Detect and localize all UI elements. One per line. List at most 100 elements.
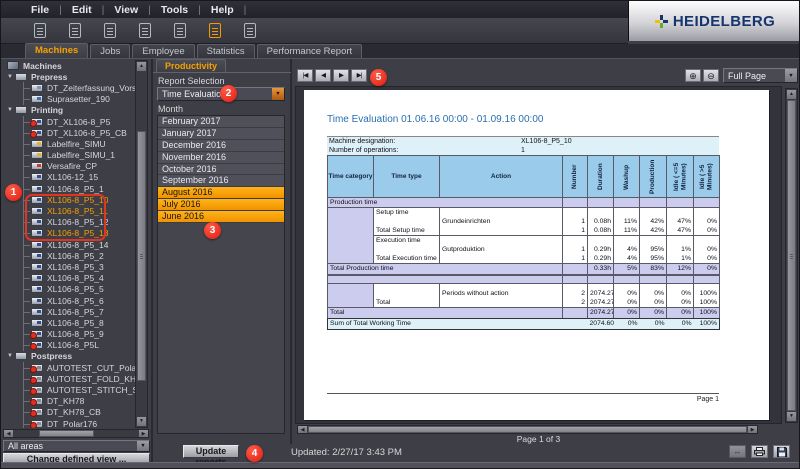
scrollbar-thumb[interactable] [787,100,796,411]
scrollbar-thumb[interactable] [39,430,94,437]
page-status: Page 1 of 3 [293,434,784,444]
tree-vertical-scrollbar[interactable]: ▲ ▼ [135,60,148,428]
main-tab[interactable]: Performance Report [257,44,363,58]
menu-item[interactable]: Tools [155,4,205,16]
press-console-icon[interactable] [65,21,85,41]
machine-item[interactable]: XL106-8_P5_9 [2,329,135,340]
month-item[interactable]: October 2016 [158,164,284,176]
last-page-button[interactable]: ▶| [351,69,367,82]
month-item[interactable]: January 2017 [158,128,284,140]
print-button[interactable] [751,445,768,458]
machine-item[interactable]: AUTOTEST_FOLD_KH78 [2,373,135,384]
tree-horizontal-scrollbar[interactable]: ◀ ▶ [3,429,149,438]
report-doc-icon[interactable] [30,21,50,41]
scrollbar-thumb[interactable] [308,426,747,433]
scroll-left-icon[interactable]: ◀ [4,430,13,437]
save-button[interactable] [773,445,790,458]
machine-item[interactable]: DT_Zeiterfassung_Vorstufe [2,82,135,93]
machine-item[interactable]: DT_KH78_CB [2,407,135,418]
first-page-button[interactable]: |◀ [297,69,313,82]
tree-root-machines[interactable]: Machines [2,60,135,71]
machine-item[interactable]: XL106-8_P5L [2,340,135,351]
operations-count-value: 1 [521,146,525,155]
main-toolbar [1,18,628,44]
scrollbar-thumb[interactable] [137,131,146,381]
employee-terminal-icon[interactable] [135,21,155,41]
expand-arrow-icon[interactable]: ▼ [5,74,15,80]
month-item[interactable]: November 2016 [158,152,284,164]
machine-item[interactable]: AUTOTEST_CUT_Polar176 [2,362,135,373]
zoom-out-button[interactable]: ⊖ [703,69,719,82]
performance-report-icon[interactable] [205,21,225,41]
menu-item[interactable]: View [108,4,154,16]
machine-item[interactable]: XL106-8_P5_2 [2,250,135,261]
machine-item[interactable]: DT_KH78 [2,396,135,407]
machine-group-icon [15,106,27,114]
machine-icon [31,408,43,416]
month-item[interactable]: December 2016 [158,140,284,152]
main-tab-bar: MachinesJobsEmployeeStatisticsPerformanc… [1,44,800,59]
chevron-down-icon[interactable]: ▼ [137,441,149,451]
machine-item[interactable]: Suprasetter_190 [2,94,135,105]
main-tab[interactable]: Statistics [197,44,255,58]
chevron-down-icon[interactable]: ▼ [785,69,797,82]
report-table-production: Time category Time type Action Number Du… [327,155,720,275]
tree-group-prepress[interactable]: ▼ Prepress [2,71,135,82]
machine-item[interactable]: Labelfire_SIMU_1 [2,150,135,161]
machine-item[interactable]: XL106-8_P5_7 [2,306,135,317]
expand-arrow-icon[interactable]: ▼ [5,107,15,113]
scroll-up-icon[interactable]: ▲ [787,90,796,99]
system-settings-icon[interactable] [100,21,120,41]
month-item[interactable]: February 2017 [158,116,284,128]
data-log-icon[interactable] [240,21,260,41]
tab-productivity[interactable]: Productivity [156,59,226,72]
area-filter-select[interactable]: All areas ▼ [3,440,150,452]
month-item[interactable]: June 2016 [158,211,284,223]
machine-item[interactable]: XL106-12_15 [2,172,135,183]
preview-horizontal-scrollbar[interactable]: ◀ ▶ [297,425,758,434]
tree-group-postpress[interactable]: ▼ Postpress [2,351,135,362]
scroll-down-icon[interactable]: ▼ [137,417,146,426]
month-item[interactable]: July 2016 [158,199,284,211]
machine-item[interactable]: XL106-8_P5_3 [2,261,135,272]
logo-text: HEIDELBERG [673,13,775,30]
scroll-right-icon[interactable]: ▶ [748,426,757,433]
expand-arrow-icon[interactable]: ▼ [5,353,15,359]
machine-item[interactable]: Versafire_CP [2,161,135,172]
main-tab[interactable]: Employee [132,44,194,58]
annotation-badge-4: 4 [246,445,263,462]
scroll-left-icon[interactable]: ◀ [298,426,307,433]
machine-item[interactable]: DT_XL106-8_P5_CB [2,127,135,138]
menu-item[interactable]: Edit [66,4,109,16]
menu-item[interactable]: Help [205,4,251,16]
machine-item[interactable]: XL106-8_P5_5 [2,284,135,295]
machine-icon [31,319,43,327]
previous-page-button[interactable]: ◀ [315,69,331,82]
next-page-button[interactable]: ▶ [333,69,349,82]
machine-item[interactable]: AUTOTEST_STITCH_ST450 [2,384,135,395]
main-tab[interactable]: Jobs [90,44,130,58]
order-add-icon[interactable] [170,21,190,41]
zoom-level-select[interactable]: Full Page ▼ [723,68,798,83]
month-item[interactable]: September 2016 [158,175,284,187]
machine-item[interactable]: DT_Polar176 [2,418,135,428]
preview-vertical-scrollbar[interactable]: ▲ ▼ [785,88,798,423]
machine-item[interactable]: XL106-8_P5_6 [2,295,135,306]
main-tab[interactable]: Machines [25,43,88,58]
menu-item[interactable]: File [25,4,66,16]
machine-item[interactable]: XL106-8_P5_8 [2,317,135,328]
update-reports-button[interactable]: Update reports [183,445,239,458]
report-page: Time Evaluation 01.06.16 00:00 - 01.09.1… [304,90,769,420]
scroll-down-icon[interactable]: ▼ [787,412,796,421]
scroll-up-icon[interactable]: ▲ [137,62,146,71]
tree-group-printing[interactable]: ▼ Printing [2,105,135,116]
month-item[interactable]: August 2016 [158,187,284,199]
pan-tool-button[interactable]: ↔ [729,445,746,458]
machine-item[interactable]: Labelfire_SIMU [2,138,135,149]
scroll-right-icon[interactable]: ▶ [139,430,148,437]
machine-item[interactable]: XL106-8_P5_4 [2,273,135,284]
machine-item[interactable]: DT_XL106-8_P5 [2,116,135,127]
machine-icon [31,162,43,170]
chevron-down-icon[interactable]: ▼ [272,88,284,100]
zoom-in-button[interactable]: ⊕ [685,69,701,82]
